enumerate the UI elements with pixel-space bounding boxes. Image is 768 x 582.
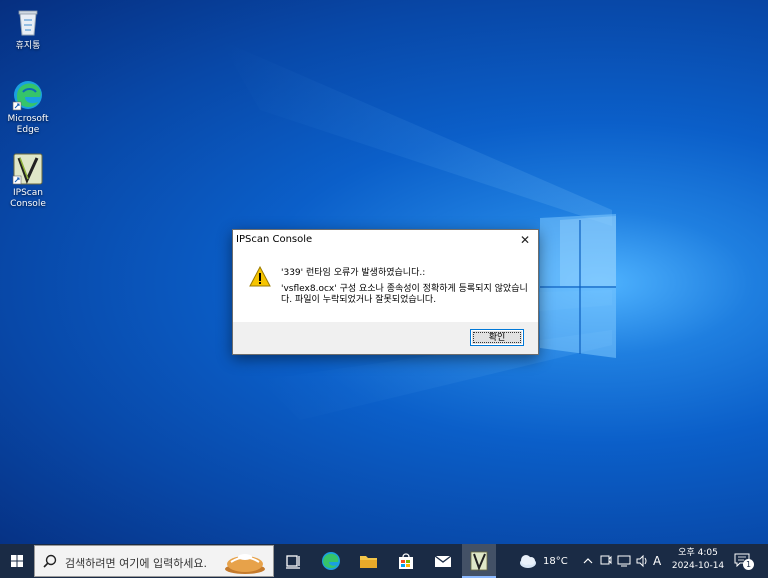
edge-icon — [322, 552, 340, 570]
desktop-icon-edge[interactable]: Microsoft Edge — [0, 78, 56, 136]
network-icon[interactable] — [617, 554, 631, 568]
dialog-title: IPScan Console — [236, 234, 313, 245]
desktop-icon-recycle-bin[interactable]: 휴지통 — [0, 5, 56, 52]
windows-logo-icon — [11, 555, 23, 567]
desktop-icon-label: 휴지통 — [15, 41, 41, 51]
taskbar-store[interactable] — [389, 544, 423, 578]
taskbar-ipscan[interactable] — [462, 544, 496, 578]
folder-icon — [360, 556, 377, 568]
clock-date: 2024-10-14 — [671, 561, 725, 571]
volume-icon[interactable] — [635, 554, 649, 568]
store-bag-icon — [399, 553, 413, 569]
weather-temperature[interactable]: 18°C — [543, 556, 568, 567]
taskbar-edge[interactable] — [314, 544, 348, 578]
mail-icon — [434, 555, 452, 567]
clock[interactable]: 오후 4:05 2024-10-14 — [670, 547, 726, 575]
notification-center-button[interactable]: 1 — [734, 552, 754, 570]
edge-icon — [11, 78, 45, 112]
error-message-title: '339' 런타임 오류가 발생하였습니다.: — [281, 268, 426, 278]
notification-badge: 1 — [743, 559, 754, 570]
task-view-icon — [286, 555, 300, 569]
search-placeholder: 검색하려면 여기에 입력하세요. — [65, 557, 208, 570]
ok-button[interactable]: 확인 — [470, 329, 524, 346]
desktop-icon-ipscan[interactable]: IPScan Console — [0, 152, 56, 210]
warning-icon — [249, 265, 271, 288]
taskbar-search-box[interactable]: 검색하려면 여기에 입력하세요. — [34, 545, 274, 577]
search-highlight-pie-icon — [225, 554, 265, 574]
start-button[interactable] — [0, 544, 34, 578]
taskbar-file-explorer[interactable] — [351, 544, 385, 578]
close-button[interactable]: ✕ — [512, 230, 538, 250]
task-view-button[interactable] — [276, 544, 310, 578]
ipscan-icon — [11, 152, 45, 186]
dialog-footer: 확인 — [233, 322, 538, 354]
weather-cloud-icon[interactable] — [518, 553, 538, 569]
dialog-titlebar[interactable]: IPScan Console ✕ — [233, 230, 538, 250]
meet-now-icon[interactable] — [600, 554, 612, 568]
desktop-icon-label: Microsoft Edge — [7, 114, 49, 135]
taskbar-mail[interactable] — [426, 544, 460, 578]
ipscan-icon — [470, 551, 488, 571]
desktop-background: 휴지통 Microsoft Edge IPScan Console IPScan… — [0, 0, 768, 544]
clock-time: 오후 4:05 — [678, 548, 718, 558]
error-dialog: IPScan Console ✕ '339' 런타임 오류가 발생하였습니다.:… — [232, 229, 539, 355]
taskbar: 검색하려면 여기에 입력하세요. 18°C A 오후 4:05 2024-10-… — [0, 544, 768, 578]
recycle-bin-icon — [11, 5, 45, 39]
dialog-body: '339' 런타임 오류가 발생하였습니다.: 'vsflex8.ocx' 구성… — [233, 250, 538, 322]
search-icon — [43, 554, 57, 568]
error-message-detail: 'vsflex8.ocx' 구성 요소나 종속성이 정확하게 등록되지 않았습니… — [281, 284, 528, 305]
desktop-icon-label: IPScan Console — [10, 188, 46, 209]
ime-indicator[interactable]: A — [653, 554, 661, 568]
chevron-up-icon[interactable] — [583, 556, 593, 566]
